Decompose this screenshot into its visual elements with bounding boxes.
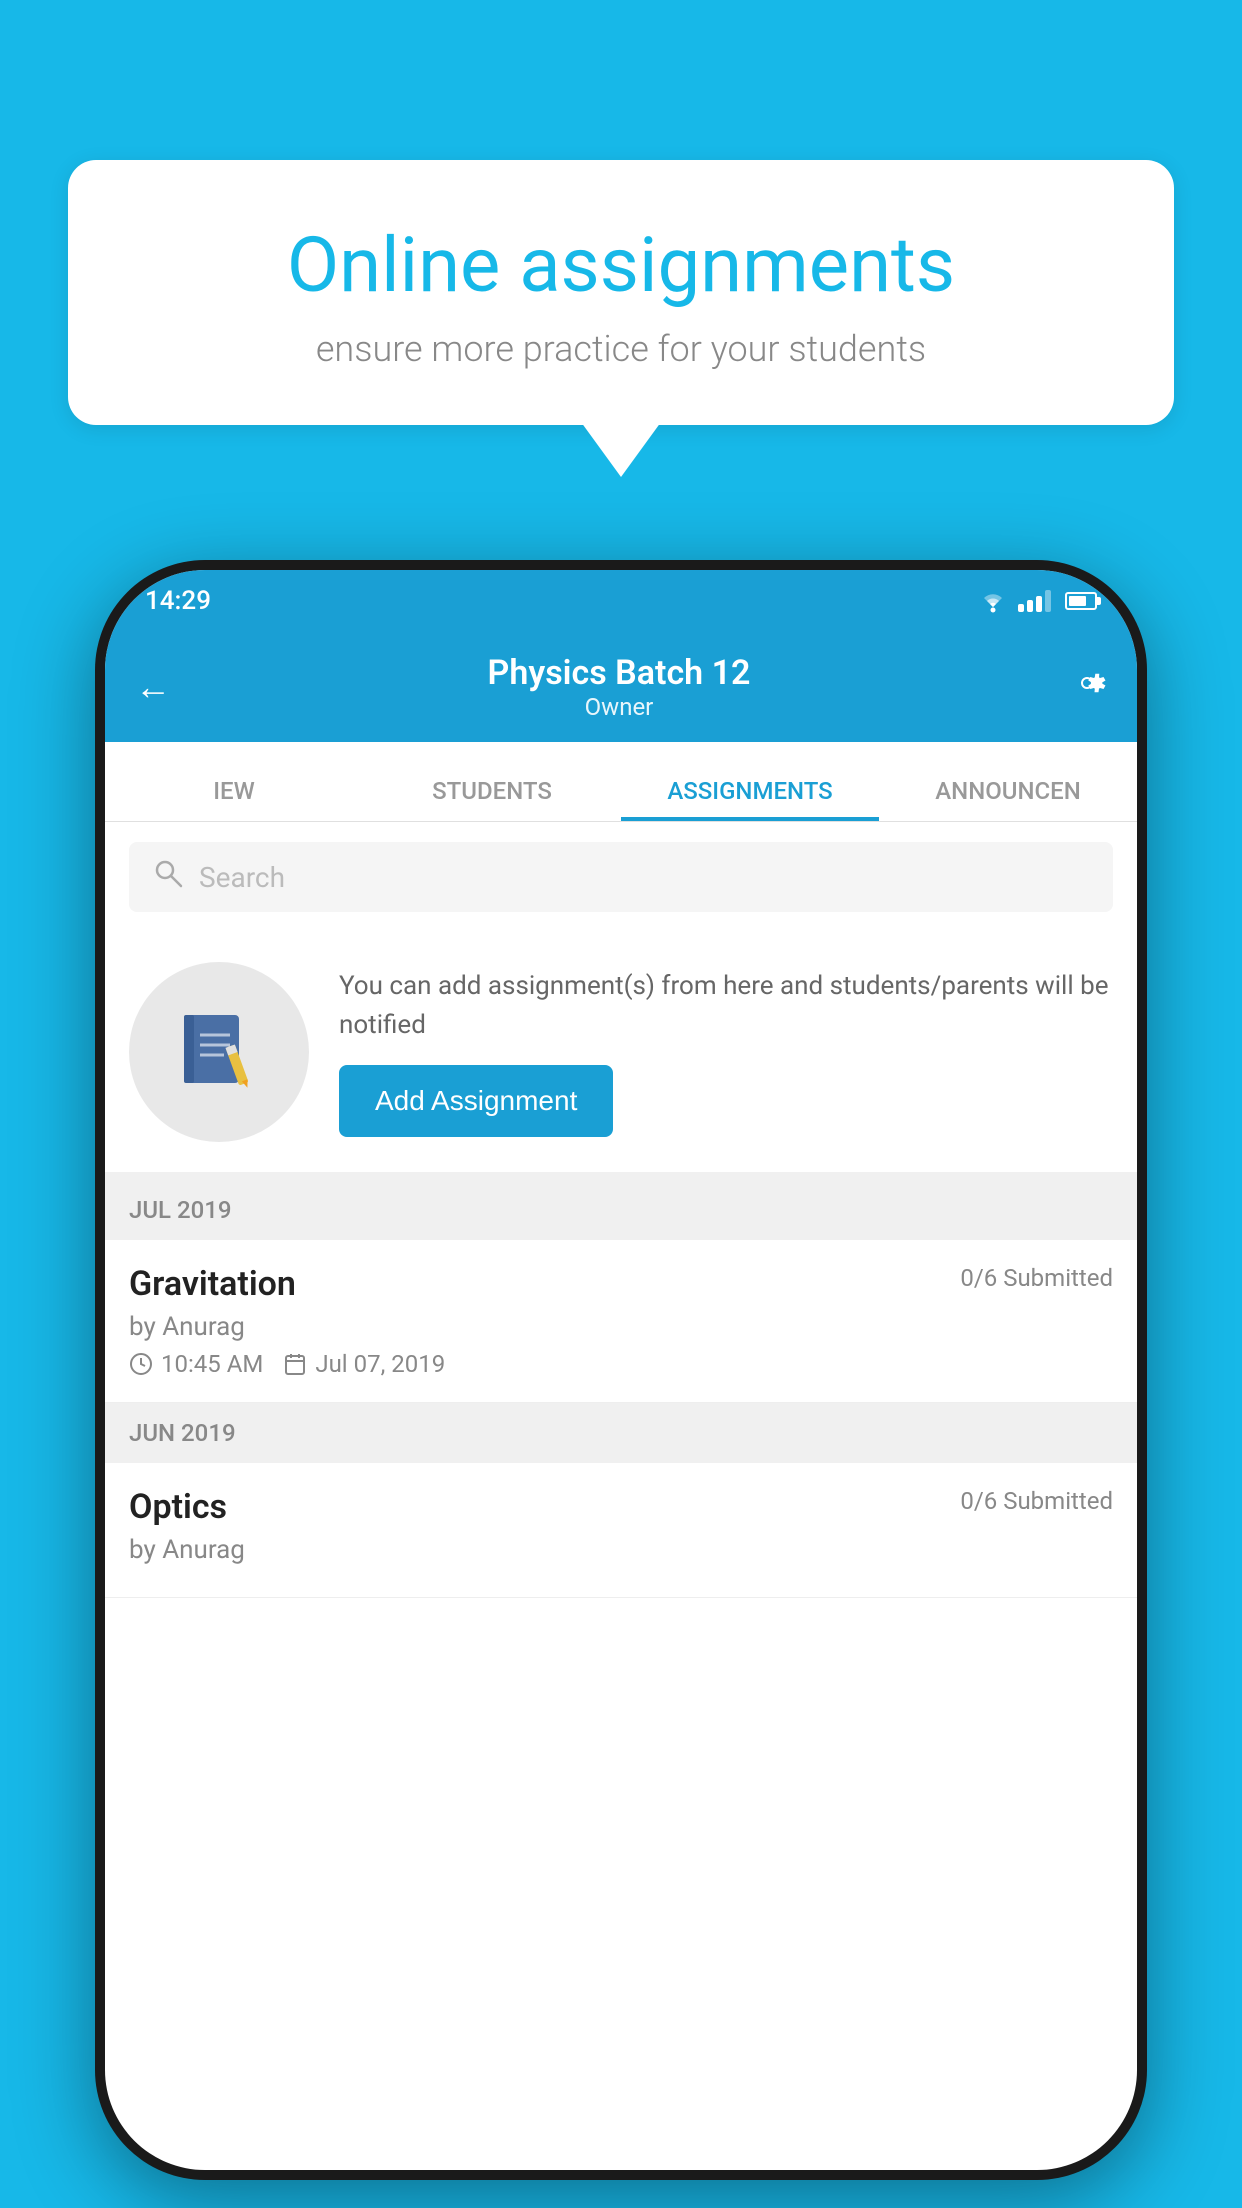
search-bar[interactable]: Search [129,842,1113,912]
assignment-submitted: 0/6 Submitted [960,1264,1113,1292]
phone-frame: 14:29 [95,560,1147,2180]
header-title: Physics Batch 12 [488,653,751,693]
assignment-by: by Anurag [129,1312,1113,1342]
phone-screen: 14:29 [105,570,1137,2170]
tab-students[interactable]: STUDENTS [363,777,621,821]
tab-iew[interactable]: IEW [105,777,363,821]
signal-icon [1018,590,1051,612]
search-container: Search [105,822,1137,932]
bubble-subtitle: ensure more practice for your students [138,328,1104,370]
back-button[interactable]: ← [135,666,171,708]
status-bar: 14:29 [105,570,1137,632]
optics-name: Optics [129,1487,227,1527]
promo-content: You can add assignment(s) from here and … [339,967,1113,1137]
promo-icon-circle [129,962,309,1142]
assignment-name: Gravitation [129,1264,296,1304]
calendar-icon [283,1352,307,1376]
assignment-time: 10:45 AM [129,1350,263,1378]
bubble-title: Online assignments [138,220,1104,310]
assignment-item-gravitation[interactable]: Gravitation 0/6 Submitted by Anurag 10:4… [105,1240,1137,1403]
header-subtitle: Owner [488,693,751,721]
app-header: ← Physics Batch 12 Owner [105,632,1137,742]
status-icons [978,589,1097,613]
wifi-icon [978,589,1008,613]
tabs-bar: IEW STUDENTS ASSIGNMENTS ANNOUNCEN [105,742,1137,822]
battery-icon [1065,592,1097,610]
settings-button[interactable] [1067,663,1107,712]
assignment-date: Jul 07, 2019 [283,1350,445,1378]
assignment-item-optics[interactable]: Optics 0/6 Submitted by Anurag [105,1463,1137,1598]
status-time: 14:29 [145,586,211,616]
header-title-area: Physics Batch 12 Owner [488,653,751,721]
assignment-top: Gravitation 0/6 Submitted [129,1264,1113,1304]
search-icon [153,858,183,896]
add-assignment-button[interactable]: Add Assignment [339,1065,613,1137]
assignment-meta: 10:45 AM Jul 07, 2019 [129,1350,1113,1378]
month-header-jul: JUL 2019 [105,1180,1137,1240]
tab-assignments[interactable]: ASSIGNMENTS [621,777,879,821]
notebook-icon [174,1007,264,1097]
speech-bubble: Online assignments ensure more practice … [68,160,1174,425]
optics-by: by Anurag [129,1535,1113,1565]
promo-section: You can add assignment(s) from here and … [105,932,1137,1180]
clock-icon [129,1352,153,1376]
optics-submitted: 0/6 Submitted [960,1487,1113,1515]
tab-announcements[interactable]: ANNOUNCEN [879,777,1137,821]
search-placeholder: Search [199,861,285,894]
assignment-top-optics: Optics 0/6 Submitted [129,1487,1113,1527]
promo-text: You can add assignment(s) from here and … [339,967,1113,1045]
month-header-jun: JUN 2019 [105,1403,1137,1463]
speech-bubble-container: Online assignments ensure more practice … [68,160,1174,425]
